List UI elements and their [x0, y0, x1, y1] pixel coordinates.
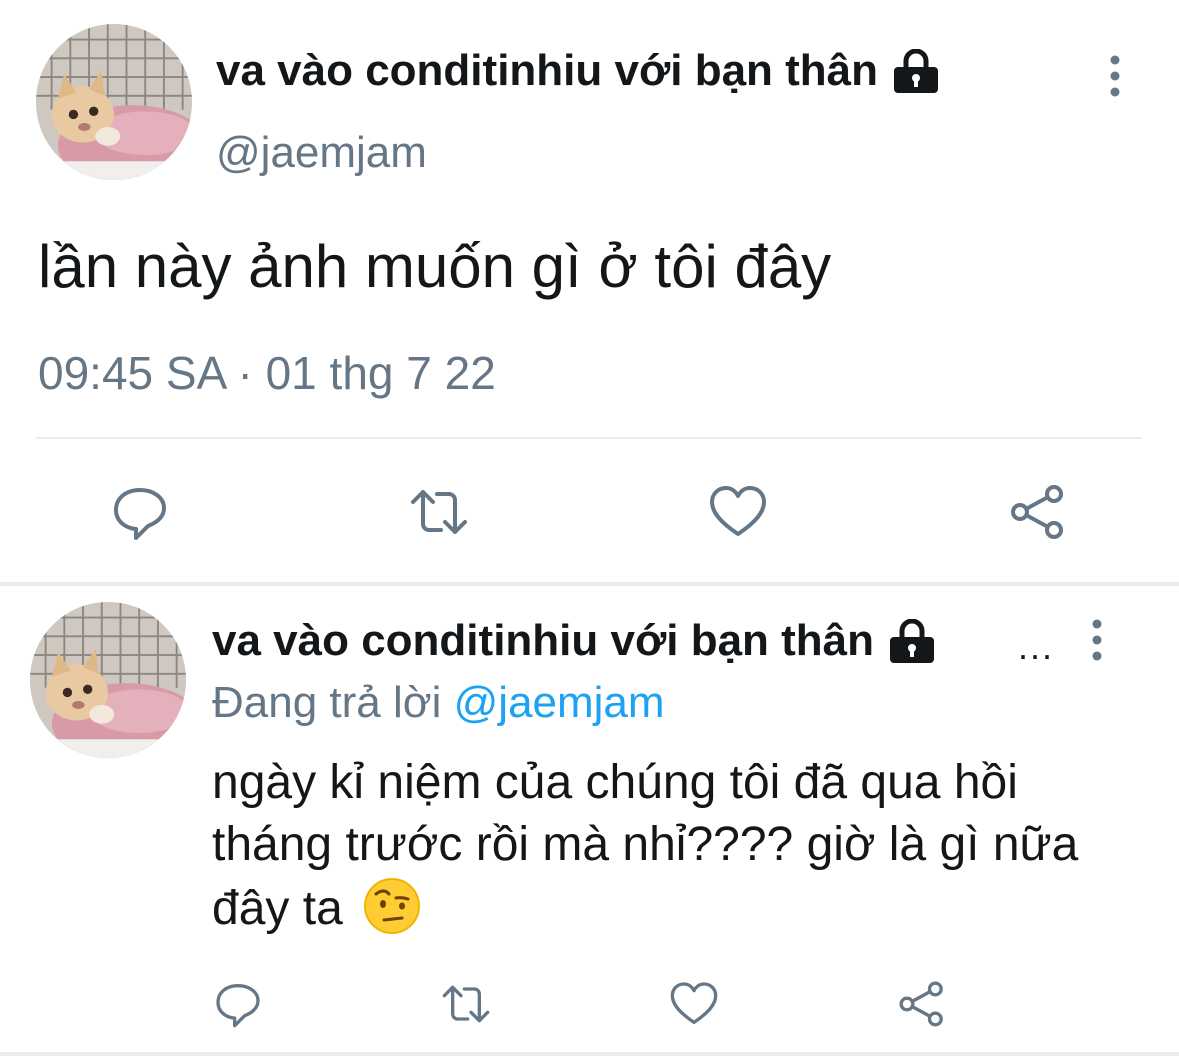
- reply-icon[interactable]: [210, 976, 266, 1032]
- main-tweet: va vào conditinhiu với bạn thân @jaemjam…: [0, 0, 1179, 584]
- retweet-icon[interactable]: [407, 480, 471, 544]
- retweet-icon[interactable]: [438, 976, 494, 1032]
- share-icon[interactable]: [1006, 480, 1070, 544]
- replying-label: Đang trả lời: [212, 678, 442, 727]
- lock-icon: [890, 49, 942, 93]
- tweet-text-body: ngày kỉ niệm của chúng tôi đã qua hồi th…: [212, 756, 1079, 935]
- tweet-thread: va vào conditinhiu với bạn thân @jaemjam…: [0, 0, 1179, 1056]
- name-truncation: ...: [1018, 626, 1055, 667]
- more-options-icon[interactable]: [1085, 618, 1109, 662]
- display-name[interactable]: va vào conditinhiu với bạn thân: [216, 46, 942, 96]
- replying-to: Đang trả lời @jaemjam: [212, 678, 665, 728]
- avatar-image: [36, 24, 192, 180]
- like-icon[interactable]: [706, 480, 770, 544]
- tweet-timestamp[interactable]: 09:45 SA · 01 thg 7 22: [38, 346, 496, 400]
- like-icon[interactable]: [666, 976, 722, 1032]
- avatar-image: [30, 602, 186, 758]
- reply-icon[interactable]: [108, 480, 172, 544]
- user-handle[interactable]: @jaemjam: [216, 128, 427, 178]
- section-separator: [0, 582, 1179, 586]
- share-icon[interactable]: [894, 976, 950, 1032]
- bottom-separator: [0, 1052, 1179, 1056]
- more-options-icon[interactable]: [1103, 54, 1127, 98]
- avatar[interactable]: [36, 24, 192, 180]
- mention-link[interactable]: @jaemjam: [454, 678, 665, 727]
- lock-icon: [886, 619, 938, 663]
- divider: [36, 437, 1142, 439]
- tweet-text: ngày kỉ niệm của chúng tôi đã qua hồi th…: [212, 752, 1142, 940]
- display-name[interactable]: va vào conditinhiu với bạn thân: [212, 616, 938, 666]
- face-with-raised-eyebrow-icon: [362, 876, 422, 936]
- tweet-text: lần này ảnh muốn gì ở tôi đây: [38, 233, 832, 300]
- avatar[interactable]: [30, 602, 186, 758]
